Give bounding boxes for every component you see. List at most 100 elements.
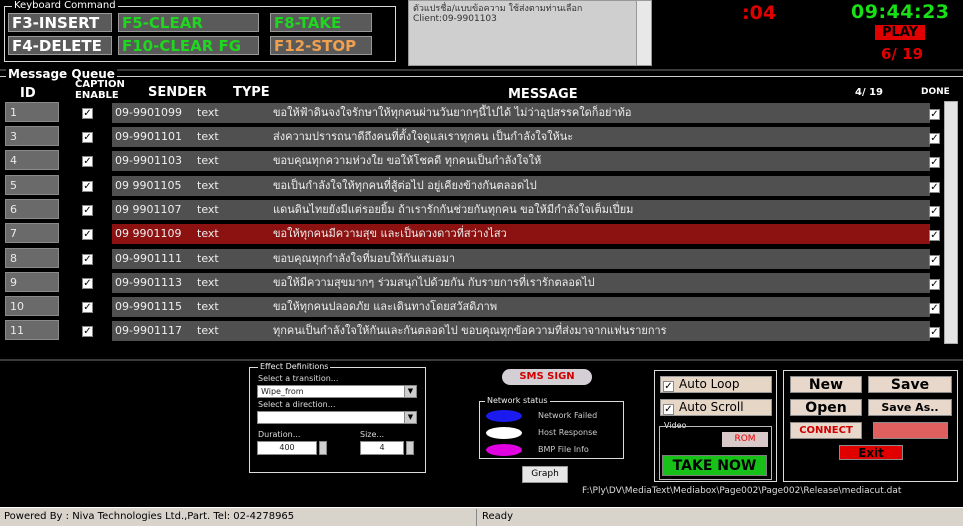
- message-bar[interactable]: 09 9901105 text ขอเป็นกำลังใจให้ทุกคนที่สู…: [112, 176, 930, 196]
- done-checkbox[interactable]: ✓: [929, 327, 940, 338]
- rom-button[interactable]: ROM: [722, 432, 768, 447]
- done-checkbox[interactable]: ✓: [929, 303, 940, 314]
- open-button[interactable]: Open: [790, 399, 862, 416]
- done-checkbox[interactable]: ✓: [929, 206, 940, 217]
- row-id[interactable]: 8: [5, 248, 59, 268]
- row-id[interactable]: 6: [5, 199, 59, 219]
- caption-enable-checkbox[interactable]: ✓: [82, 278, 93, 289]
- caption-enable-checkbox[interactable]: ✓: [82, 108, 93, 119]
- table-row[interactable]: 1 ✓ 09-9901099 text ขอให้ฟ้าดินจงใจรักษาให้ท…: [0, 101, 963, 125]
- log-textbox[interactable]: ตัวแปรชื่อ/แบบข้อความ ใช้ส่งตามท่านเลือก…: [408, 0, 652, 66]
- message-bar[interactable]: 09-9901117 text ทุกคนเป็นกำลังใจให้กันและก…: [112, 321, 930, 341]
- size-spinner[interactable]: [406, 441, 414, 455]
- duration-input[interactable]: 400: [257, 441, 317, 455]
- caption-enable-checkbox[interactable]: ✓: [82, 254, 93, 265]
- message-bar[interactable]: 09-9901111 text ขอบคุณทุกกำลังใจที่มอบให้ก…: [112, 249, 930, 269]
- f5-clear-button[interactable]: F5-CLEAR: [118, 13, 259, 32]
- f10-clear-fg-button[interactable]: F10-CLEAR FG: [118, 36, 259, 55]
- table-row[interactable]: 7 ✓ 09 9901109 text ขอให้ทุกคนมีความสุข และเ…: [0, 222, 963, 246]
- caption-enable-checkbox[interactable]: ✓: [82, 132, 93, 143]
- done-checkbox[interactable]: ✓: [929, 255, 940, 266]
- network-status-legend: Network status: [485, 396, 550, 405]
- new-button[interactable]: New: [790, 376, 862, 393]
- row-message: ขอให้ทุกคนมีความสุข และเป็นดวงดาวที่สว่า…: [273, 227, 507, 240]
- save-button[interactable]: Save: [868, 376, 952, 393]
- table-row[interactable]: 9 ✓ 09-9901113 text ขอให้มีความสุขมากๆ ร่วมส…: [0, 271, 963, 295]
- message-pager: 6/ 19: [881, 45, 924, 63]
- done-checkbox[interactable]: ✓: [929, 230, 940, 241]
- transition-label: Select a transition...: [258, 374, 339, 383]
- row-id[interactable]: 5: [5, 175, 59, 195]
- caption-enable-checkbox[interactable]: ✓: [82, 229, 93, 240]
- status-bar-ready: Ready: [482, 511, 514, 522]
- row-sender: 09-9901113: [115, 276, 182, 289]
- col-caption-enable-header: CAPTION ENABLE: [75, 79, 125, 101]
- message-bar[interactable]: 09 9901107 text แดนดินไทยยังมีแต่รอยยิ้ม ถ…: [112, 200, 930, 220]
- row-type: text: [197, 203, 219, 216]
- row-id[interactable]: 9: [5, 272, 59, 292]
- f12-stop-button[interactable]: F12-STOP: [270, 36, 372, 55]
- direction-select[interactable]: ▼: [257, 411, 417, 424]
- sms-sign-button[interactable]: SMS SIGN: [502, 369, 592, 385]
- col-message-header: MESSAGE: [508, 87, 578, 102]
- file-controls-group: New Save Open Save As.. CONNECT Exit: [783, 370, 958, 482]
- message-bar[interactable]: 09-9901103 text ขอบคุณทุกความห่วงใย ขอให้โ…: [112, 151, 930, 171]
- f4-delete-button[interactable]: F4-DELETE: [8, 36, 112, 55]
- log-scrollbar[interactable]: [636, 1, 651, 65]
- done-checkbox[interactable]: ✓: [929, 182, 940, 193]
- message-bar[interactable]: 09-9901101 text ส่งความปรารถนาดีถึงคนที่ตั…: [112, 127, 930, 147]
- message-bar[interactable]: 09 9901109 text ขอให้ทุกคนมีความสุข และเป็…: [112, 224, 930, 244]
- connect-button[interactable]: CONNECT: [790, 422, 862, 439]
- done-checkbox[interactable]: ✓: [929, 157, 940, 168]
- row-type: text: [197, 130, 219, 143]
- caption-enable-checkbox[interactable]: ✓: [82, 156, 93, 167]
- done-checkbox[interactable]: ✓: [929, 279, 940, 290]
- done-checkbox[interactable]: ✓: [929, 133, 940, 144]
- duration-label: Duration...: [258, 430, 301, 439]
- table-row[interactable]: 11 ✓ 09-9901117 text ทุกคนเป็นกำลังใจให้กันแ…: [0, 319, 963, 343]
- row-id[interactable]: 3: [5, 126, 59, 146]
- duration-spinner[interactable]: [319, 441, 327, 455]
- take-now-button[interactable]: TAKE NOW: [662, 455, 767, 476]
- row-message: ขอบคุณทุกความห่วงใย ขอให้โชคดี ทุกคนเป็น…: [273, 154, 542, 167]
- row-id[interactable]: 4: [5, 150, 59, 170]
- network-failed-label: Network Failed: [538, 411, 598, 420]
- f3-insert-button[interactable]: F3-INSERT: [8, 13, 112, 32]
- save-as-button[interactable]: Save As..: [868, 399, 952, 416]
- auto-scroll-label: Auto Scroll: [679, 400, 744, 414]
- disconnect-button[interactable]: [873, 422, 948, 439]
- message-bar[interactable]: 09-9901099 text ขอให้ฟ้าดินจงใจรักษาให้ทุก…: [112, 103, 930, 123]
- row-message: แดนดินไทยยังมีแต่รอยยิ้ม ถ้าเรารักกันช่ว…: [273, 203, 634, 216]
- row-type: text: [197, 227, 219, 240]
- log-line-1: ตัวแปรชื่อ/แบบข้อความ ใช้ส่งตามท่านเลือก: [413, 4, 583, 14]
- row-message: ขอให้ทุกคนปลอดภัย และเดินทางโดยสวัสดิภาพ: [273, 300, 498, 313]
- exit-button[interactable]: Exit: [839, 445, 903, 460]
- f8-take-button[interactable]: F8-TAKE: [270, 13, 372, 32]
- row-sender: 09-9901101: [115, 130, 182, 143]
- table-row[interactable]: 4 ✓ 09-9901103 text ขอบคุณทุกความห่วงใย ขอให…: [0, 149, 963, 173]
- row-id[interactable]: 10: [5, 296, 59, 316]
- auto-scroll-checkbox[interactable]: ✓ Auto Scroll: [660, 399, 772, 416]
- graph-button[interactable]: Graph: [522, 466, 568, 483]
- caption-enable-checkbox[interactable]: ✓: [82, 302, 93, 313]
- row-type: text: [197, 252, 219, 265]
- table-row[interactable]: 8 ✓ 09-9901111 text ขอบคุณทุกกำลังใจที่มอบให…: [0, 247, 963, 271]
- network-failed-indicator: [486, 410, 522, 422]
- table-row[interactable]: 5 ✓ 09 9901105 text ขอเป็นกำลังใจให้ทุกคนที่…: [0, 174, 963, 198]
- table-row[interactable]: 3 ✓ 09-9901101 text ส่งความปรารถนาดีถึงคนที่…: [0, 125, 963, 149]
- transition-select[interactable]: Wipe_from ▼: [257, 385, 417, 398]
- table-row[interactable]: 10 ✓ 09-9901115 text ขอให้ทุกคนปลอดภัย และเด…: [0, 295, 963, 319]
- message-bar[interactable]: 09-9901113 text ขอให้มีความสุขมากๆ ร่วมสนุ…: [112, 273, 930, 293]
- message-bar[interactable]: 09-9901115 text ขอให้ทุกคนปลอดภัย และเดินท…: [112, 297, 930, 317]
- size-input[interactable]: 4: [360, 441, 404, 455]
- done-checkbox[interactable]: ✓: [929, 109, 940, 120]
- queue-scrollbar[interactable]: [944, 101, 958, 344]
- caption-enable-checkbox[interactable]: ✓: [82, 205, 93, 216]
- row-id[interactable]: 7: [5, 223, 59, 243]
- table-row[interactable]: 6 ✓ 09 9901107 text แดนดินไทยยังมีแต่รอยยิ้ม…: [0, 198, 963, 222]
- row-id[interactable]: 11: [5, 320, 59, 340]
- row-id[interactable]: 1: [5, 102, 59, 122]
- auto-loop-checkbox[interactable]: ✓ Auto Loop: [660, 376, 772, 393]
- caption-enable-checkbox[interactable]: ✓: [82, 181, 93, 192]
- caption-enable-checkbox[interactable]: ✓: [82, 326, 93, 337]
